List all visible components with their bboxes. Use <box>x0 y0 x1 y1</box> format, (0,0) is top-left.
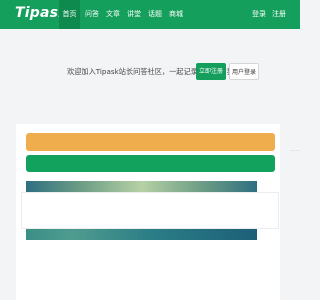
nav-item-courses[interactable]: 讲堂 <box>125 0 143 29</box>
gradient-banner-top <box>26 181 257 192</box>
divider <box>290 150 300 151</box>
gradient-banner-bottom <box>26 229 257 240</box>
register-link[interactable]: 注册 <box>272 0 286 29</box>
loading-placeholder-bar-green <box>26 155 275 172</box>
login-link[interactable]: 登录 <box>252 0 266 29</box>
register-now-button[interactable]: 立即注册 <box>196 63 226 80</box>
nav-item-topics[interactable]: 话题 <box>146 0 164 29</box>
user-login-button[interactable]: 用户登录 <box>229 63 259 80</box>
nav-item-articles[interactable]: 文章 <box>104 0 122 29</box>
nav-item-home[interactable]: 首页 <box>59 0 80 29</box>
nav-item-questions[interactable]: 问答 <box>83 0 101 29</box>
nav-item-shop[interactable]: 商城 <box>167 0 185 29</box>
content-card <box>21 192 279 229</box>
top-navbar: Tipask 首页 问答 文章 讲堂 话题 商城 登录 注册 <box>0 0 300 29</box>
loading-placeholder-bar-orange <box>26 133 275 151</box>
